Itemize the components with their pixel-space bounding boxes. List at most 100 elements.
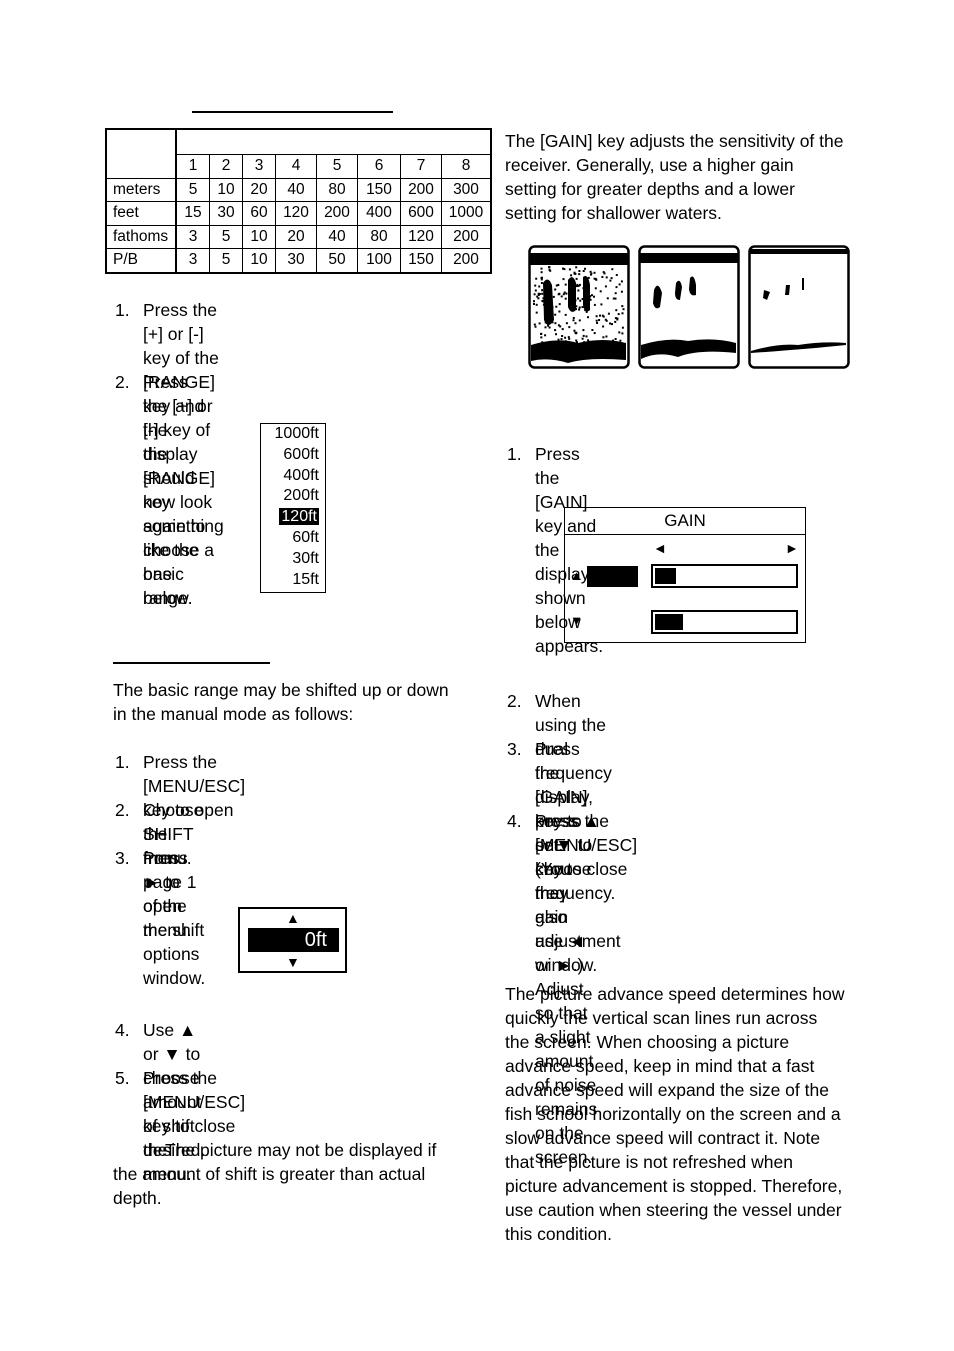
gain-window-title: GAIN bbox=[565, 508, 805, 535]
noise-dot bbox=[548, 266, 551, 269]
table-cell: 3 bbox=[175, 248, 210, 273]
noise-dot bbox=[560, 338, 563, 341]
list-number: 1. bbox=[115, 752, 130, 772]
noise-dot bbox=[606, 297, 609, 300]
noise-dot bbox=[596, 322, 599, 324]
range-option[interactable]: 600ft bbox=[261, 445, 325, 466]
range-option[interactable]: 1000ft bbox=[261, 424, 325, 445]
shift-window: ▲ 0ft ▼ bbox=[238, 907, 347, 973]
list-number: 3. bbox=[507, 739, 522, 759]
table-cell: 30 bbox=[209, 201, 243, 226]
noise-dot bbox=[533, 323, 536, 326]
heading-underline bbox=[192, 111, 393, 113]
table-cell: 10 bbox=[242, 248, 276, 273]
heading-underline bbox=[113, 662, 270, 664]
range-option[interactable]: 15ft bbox=[261, 570, 325, 591]
noise-dot bbox=[578, 306, 581, 309]
noise-dot bbox=[614, 338, 617, 340]
noise-dot bbox=[554, 313, 557, 316]
noise-dot bbox=[600, 303, 603, 306]
noise-dot bbox=[567, 336, 570, 339]
echo-medium-gain-image bbox=[638, 245, 740, 369]
echo-gain-examples bbox=[528, 245, 850, 369]
range-option[interactable]: 60ft bbox=[261, 528, 325, 549]
noise-dot bbox=[589, 270, 592, 273]
range-option[interactable]: 400ft bbox=[261, 466, 325, 487]
gain-bar-low[interactable] bbox=[651, 610, 798, 634]
gain-bar-high[interactable] bbox=[651, 564, 798, 588]
right-arrow-icon[interactable]: ► bbox=[785, 540, 799, 556]
noise-dot bbox=[555, 333, 557, 336]
noise-dot bbox=[611, 323, 613, 326]
noise-dot bbox=[557, 338, 560, 341]
noise-dot bbox=[540, 336, 543, 339]
selected-frequency-highlight bbox=[587, 566, 638, 587]
noise-dot bbox=[540, 276, 543, 279]
noise-dot bbox=[555, 284, 558, 287]
noise-dot bbox=[614, 292, 617, 295]
range-list-window: 1000ft 600ft 400ft 200ft 120ft 60ft 30ft 15ft bbox=[260, 423, 326, 593]
noise-dot bbox=[578, 308, 581, 311]
noise-dot bbox=[575, 331, 578, 334]
noise-dot bbox=[609, 279, 612, 282]
range-option[interactable]: 30ft bbox=[261, 549, 325, 570]
column-header: 1 bbox=[175, 154, 210, 179]
table-row: feet 15 30 60 120 200 400 600 1000 bbox=[105, 201, 492, 226]
list-number: 1. bbox=[507, 444, 522, 464]
left-arrow-icon[interactable]: ◄ bbox=[653, 540, 667, 556]
noise-dot bbox=[579, 299, 582, 302]
noise-dot bbox=[554, 329, 557, 332]
column-header: 7 bbox=[400, 154, 442, 179]
noise-dot bbox=[601, 314, 604, 317]
row-unit: P/B bbox=[105, 248, 177, 273]
noise-dot bbox=[582, 270, 585, 272]
range-option[interactable]: 200ft bbox=[261, 486, 325, 507]
table-cell: 5 bbox=[175, 177, 210, 202]
noise-dot bbox=[612, 297, 615, 300]
noise-dot bbox=[536, 295, 539, 298]
noise-dot bbox=[581, 306, 584, 309]
table-cell: 20 bbox=[242, 177, 276, 202]
column-header: 8 bbox=[441, 154, 492, 179]
noise-dot bbox=[558, 310, 561, 313]
noise-dot bbox=[595, 315, 598, 318]
down-arrow-icon[interactable]: ▼ bbox=[570, 613, 583, 628]
table-cell: 300 bbox=[441, 177, 492, 202]
noise-dot bbox=[604, 285, 607, 288]
noise-dot bbox=[538, 285, 541, 288]
range-option[interactable]: 120ft bbox=[261, 507, 325, 528]
gain-bar-low-fill bbox=[655, 614, 683, 630]
noise-dot bbox=[535, 277, 538, 280]
noise-dot bbox=[601, 276, 604, 278]
table-cell: 200 bbox=[316, 201, 358, 226]
noise-dot bbox=[590, 273, 592, 276]
noise-dot bbox=[582, 334, 585, 337]
noise-dot bbox=[595, 319, 598, 322]
range-option-label: 120ft bbox=[279, 508, 319, 526]
noise-dot bbox=[602, 325, 605, 328]
table-cell: 3 bbox=[175, 224, 210, 249]
gain-bar-high-fill bbox=[655, 568, 676, 584]
list-number: 2. bbox=[115, 800, 130, 820]
noise-dot bbox=[565, 292, 568, 295]
noise-dot bbox=[538, 322, 541, 325]
table-cell: 80 bbox=[357, 224, 401, 249]
range-table: 12345678 meters 5 10 20 40 80 150 200 300 feet 15 3… bbox=[105, 128, 492, 274]
noise-dot bbox=[604, 318, 607, 321]
column-header: 2 bbox=[209, 154, 243, 179]
noise-dot bbox=[554, 288, 557, 291]
noise-dot bbox=[575, 266, 578, 269]
noise-dot bbox=[593, 332, 596, 335]
noise-dot bbox=[578, 319, 581, 322]
column-header: 4 bbox=[275, 154, 317, 179]
up-arrow-icon[interactable]: ▲ bbox=[570, 568, 583, 583]
table-cell: 10 bbox=[209, 177, 243, 202]
column-header: 6 bbox=[357, 154, 401, 179]
noise-dot bbox=[591, 294, 593, 297]
down-arrow-icon: ▼ bbox=[286, 954, 300, 970]
noise-dot bbox=[561, 335, 564, 337]
noise-dot bbox=[575, 277, 578, 280]
table-row: P/B 3 5 10 30 50 100 150 200 bbox=[105, 248, 492, 273]
row-unit: fathoms bbox=[105, 224, 177, 249]
range-option-label: 400ft bbox=[283, 466, 319, 484]
